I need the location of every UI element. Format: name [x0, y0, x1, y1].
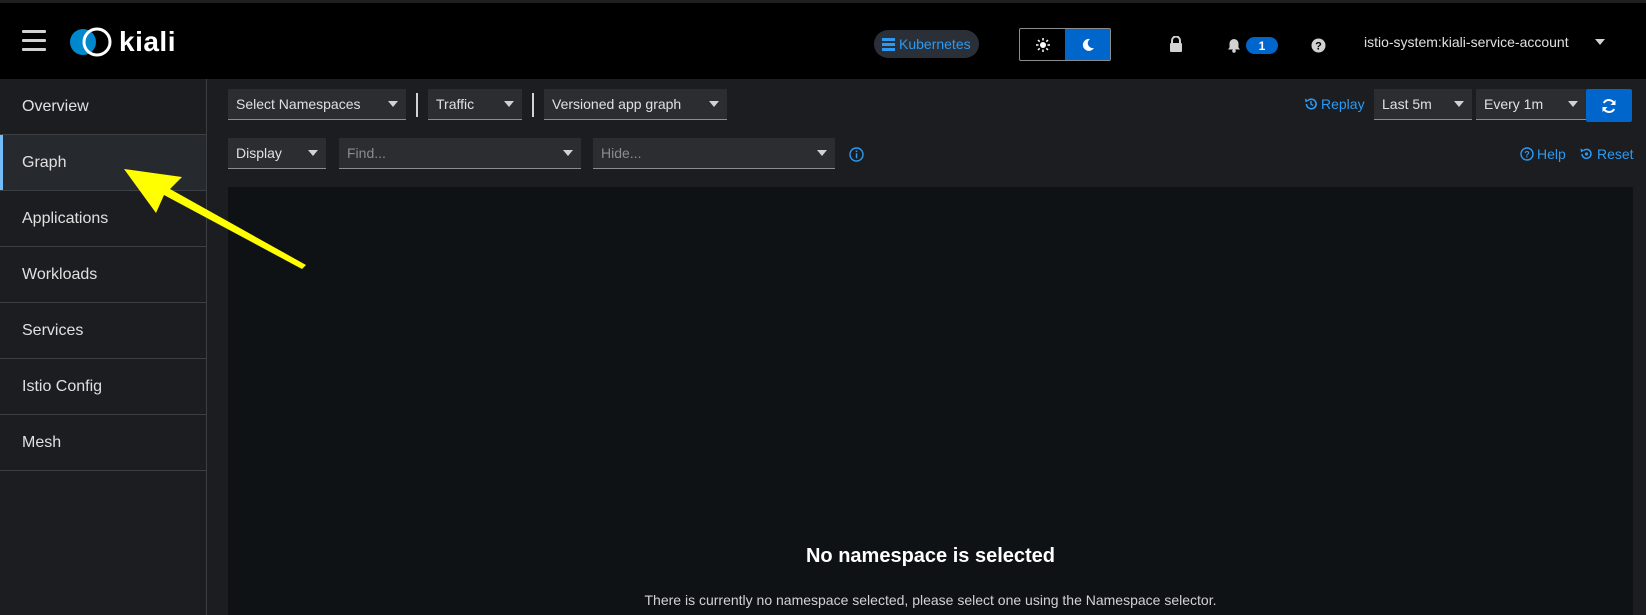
help-label: Help — [1537, 146, 1566, 162]
graph-type-dropdown[interactable]: Versioned app graph — [544, 89, 727, 120]
caret-down-icon — [709, 101, 719, 107]
user-name: istio-system:kiali-service-account — [1364, 34, 1569, 50]
lock-icon[interactable] — [1168, 35, 1184, 53]
caret-down-icon — [563, 150, 573, 156]
namespace-selector[interactable]: Select Namespaces — [228, 89, 406, 120]
kiali-logo-icon — [70, 27, 112, 57]
reset-label: Reset — [1597, 146, 1634, 162]
hamburger-menu-icon[interactable] — [22, 30, 46, 52]
hide-input[interactable]: Hide... — [593, 138, 835, 169]
help-icon[interactable]: ? — [1310, 37, 1326, 53]
divider — [416, 93, 418, 117]
graph-page: Select Namespaces Traffic Versioned app … — [208, 79, 1646, 615]
sun-icon[interactable] — [1020, 29, 1065, 60]
caret-down-icon — [504, 101, 514, 107]
sidebar-item-label: Mesh — [22, 433, 62, 451]
display-label: Display — [236, 145, 282, 161]
graph-canvas[interactable]: No namespace is selected There is curren… — [228, 187, 1633, 615]
moon-icon[interactable] — [1065, 29, 1110, 60]
bell-icon[interactable] — [1226, 37, 1242, 54]
logo-text: kiali — [119, 26, 176, 57]
sidebar-item-label: Applications — [22, 209, 109, 227]
traffic-label: Traffic — [436, 96, 475, 112]
help-button[interactable]: ? Help — [1520, 146, 1566, 162]
sidebar-item-services[interactable]: Services — [0, 303, 206, 359]
empty-state-title: No namespace is selected — [805, 545, 1055, 567]
reset-button[interactable]: Reset — [1579, 146, 1634, 162]
replay-button[interactable]: Replay — [1304, 96, 1365, 112]
annotation-arrow — [124, 169, 306, 269]
sync-icon — [1602, 98, 1616, 113]
sidebar-item-label: Services — [22, 321, 84, 339]
divider — [532, 93, 534, 117]
hide-placeholder: Hide... — [601, 145, 642, 161]
sidebar-item-label: Overview — [22, 97, 89, 115]
masthead: kiali Kubernetes 1 ? istio-system:kiali-… — [0, 0, 1646, 79]
notification-badge[interactable]: 1 — [1246, 37, 1278, 54]
empty-state-body: There is currently no namespace selected… — [644, 592, 1217, 608]
namespace-selector-label: Select Namespaces — [236, 96, 361, 112]
chevron-down-icon — [1594, 39, 1605, 45]
find-input[interactable]: Find... — [339, 138, 581, 169]
refresh-button[interactable] — [1586, 89, 1632, 122]
caret-down-icon — [1454, 101, 1464, 107]
user-menu[interactable]: istio-system:kiali-service-account — [1364, 34, 1605, 50]
find-placeholder: Find... — [347, 145, 386, 161]
sidebar-item-label: Graph — [22, 153, 67, 171]
reset-icon — [1580, 148, 1592, 160]
sidebar-item-overview[interactable]: Overview — [0, 79, 206, 135]
sidebar-item-mesh[interactable]: Mesh — [0, 415, 206, 471]
cluster-label: Kubernetes — [899, 36, 971, 52]
caret-down-icon — [308, 150, 318, 156]
replay-label: Replay — [1321, 96, 1365, 112]
refresh-interval-dropdown[interactable]: Every 1m — [1476, 89, 1586, 120]
caret-down-icon — [1568, 101, 1578, 107]
traffic-dropdown[interactable]: Traffic — [428, 89, 522, 120]
question-circle-icon: ? — [1520, 147, 1534, 161]
graph-type-label: Versioned app graph — [552, 96, 682, 112]
svg-text:?: ? — [1524, 150, 1530, 160]
svg-text:?: ? — [1315, 40, 1322, 52]
cluster-icon — [882, 37, 895, 51]
sidebar-item-label: Workloads — [22, 265, 98, 283]
kiali-logo[interactable]: kiali — [69, 26, 176, 58]
refresh-interval-label: Every 1m — [1484, 96, 1544, 112]
sidebar-item-istio-config[interactable]: Istio Config — [0, 359, 206, 415]
sidebar-item-label: Istio Config — [22, 377, 103, 395]
caret-down-icon — [817, 150, 827, 156]
sidebar: Overview Graph Applications Workloads Se… — [0, 79, 207, 615]
duration-dropdown[interactable]: Last 5m — [1374, 89, 1472, 120]
caret-down-icon — [388, 101, 398, 107]
info-icon[interactable] — [848, 146, 864, 162]
theme-toggle[interactable] — [1019, 28, 1111, 61]
duration-label: Last 5m — [1382, 96, 1432, 112]
history-icon — [1305, 98, 1317, 110]
cluster-badge: Kubernetes — [874, 30, 979, 58]
